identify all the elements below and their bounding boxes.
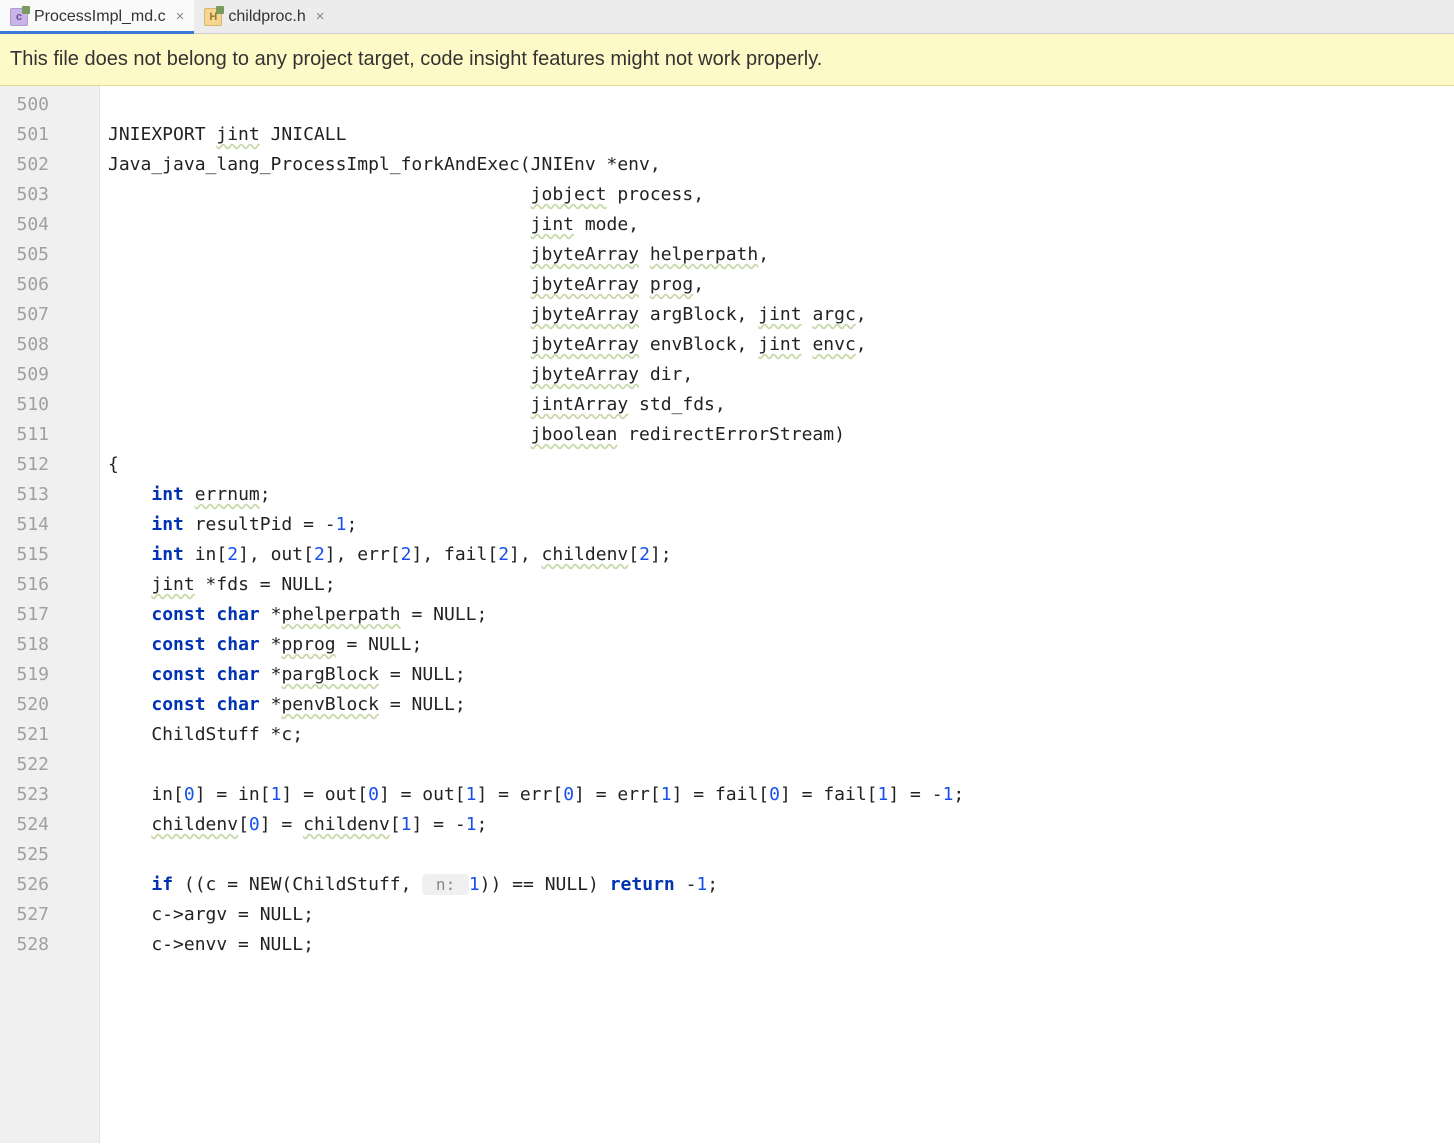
code-line: Java_java_lang_ProcessImpl_forkAndExec(J…: [108, 150, 1454, 180]
line-number: 508: [0, 330, 99, 360]
line-number: 522: [0, 750, 99, 780]
line-number: 500: [0, 90, 99, 120]
code-line: JNIEXPORT jint JNICALL: [108, 120, 1454, 150]
close-icon[interactable]: ×: [316, 8, 325, 25]
line-number: 516: [0, 570, 99, 600]
line-number: 509: [0, 360, 99, 390]
line-number: 503: [0, 180, 99, 210]
code-line: [108, 90, 1454, 120]
code-line: c->envv = NULL;: [108, 930, 1454, 960]
line-number: 524: [0, 810, 99, 840]
code-line: const char *penvBlock = NULL;: [108, 690, 1454, 720]
code-content[interactable]: JNIEXPORT jint JNICALLJava_java_lang_Pro…: [100, 86, 1454, 1143]
line-number: 518: [0, 630, 99, 660]
tab-childproc-h[interactable]: H childproc.h ×: [194, 0, 334, 33]
line-number: 523: [0, 780, 99, 810]
code-line: const char *pprog = NULL;: [108, 630, 1454, 660]
line-number: 502: [0, 150, 99, 180]
line-number: 511: [0, 420, 99, 450]
code-line: int in[2], out[2], err[2], fail[2], chil…: [108, 540, 1454, 570]
tab-processimpl-md-c[interactable]: c ProcessImpl_md.c ×: [0, 0, 194, 33]
code-line: jbyteArray dir,: [108, 360, 1454, 390]
line-number: 527: [0, 900, 99, 930]
line-number: 512: [0, 450, 99, 480]
code-line: jbyteArray argBlock, jint argc,: [108, 300, 1454, 330]
line-number: 520: [0, 690, 99, 720]
line-number: 505: [0, 240, 99, 270]
line-number-gutter: 5005015025035045055065075085095105115125…: [0, 86, 100, 1143]
line-number: 526: [0, 870, 99, 900]
code-line: [108, 840, 1454, 870]
line-number: 517: [0, 600, 99, 630]
c-file-icon: c: [10, 8, 28, 26]
code-line: const char *pargBlock = NULL;: [108, 660, 1454, 690]
warning-banner: This file does not belong to any project…: [0, 34, 1454, 86]
code-line: if ((c = NEW(ChildStuff, n: 1)) == NULL)…: [108, 870, 1454, 900]
code-line: int resultPid = -1;: [108, 510, 1454, 540]
code-line: {: [108, 450, 1454, 480]
code-line: const char *phelperpath = NULL;: [108, 600, 1454, 630]
line-number: 501: [0, 120, 99, 150]
line-number: 506: [0, 270, 99, 300]
code-line: [108, 750, 1454, 780]
line-number: 519: [0, 660, 99, 690]
code-line: int errnum;: [108, 480, 1454, 510]
editor-tab-bar: c ProcessImpl_md.c × H childproc.h ×: [0, 0, 1454, 34]
line-number: 525: [0, 840, 99, 870]
line-number: 521: [0, 720, 99, 750]
code-line: jobject process,: [108, 180, 1454, 210]
line-number: 515: [0, 540, 99, 570]
line-number: 507: [0, 300, 99, 330]
line-number: 513: [0, 480, 99, 510]
code-line: jint mode,: [108, 210, 1454, 240]
code-line: jbyteArray prog,: [108, 270, 1454, 300]
code-line: jboolean redirectErrorStream): [108, 420, 1454, 450]
line-number: 504: [0, 210, 99, 240]
tab-label: ProcessImpl_md.c: [34, 8, 166, 26]
code-line: jbyteArray helperpath,: [108, 240, 1454, 270]
code-line: in[0] = in[1] = out[0] = out[1] = err[0]…: [108, 780, 1454, 810]
code-line: jintArray std_fds,: [108, 390, 1454, 420]
warning-text: This file does not belong to any project…: [10, 48, 822, 70]
code-line: childenv[0] = childenv[1] = -1;: [108, 810, 1454, 840]
close-icon[interactable]: ×: [176, 8, 185, 25]
code-line: jint *fds = NULL;: [108, 570, 1454, 600]
code-line: ChildStuff *c;: [108, 720, 1454, 750]
h-file-icon: H: [204, 8, 222, 26]
line-number: 514: [0, 510, 99, 540]
tab-label: childproc.h: [228, 8, 305, 26]
line-number: 510: [0, 390, 99, 420]
code-line: jbyteArray envBlock, jint envc,: [108, 330, 1454, 360]
code-editor[interactable]: 5005015025035045055065075085095105115125…: [0, 86, 1454, 1143]
line-number: 528: [0, 930, 99, 960]
code-line: c->argv = NULL;: [108, 900, 1454, 930]
